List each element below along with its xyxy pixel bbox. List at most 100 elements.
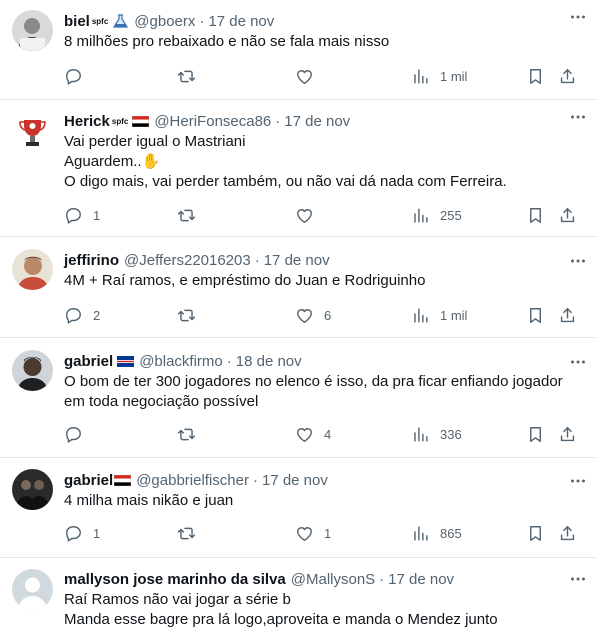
share-button[interactable] <box>558 522 577 544</box>
author-name[interactable]: gabriel <box>64 472 113 489</box>
tweet-date[interactable]: 17 de nov <box>208 13 274 30</box>
author-name[interactable]: Herick <box>64 113 110 130</box>
like-button[interactable] <box>295 65 324 87</box>
more-options-button[interactable] <box>567 250 589 272</box>
avatar-image <box>12 10 53 51</box>
more-options-button[interactable] <box>567 6 589 28</box>
tweet[interactable]: gabriel @blackfirmo · 18 de nov O bom de… <box>0 338 597 458</box>
author-handle[interactable]: @blackfirmo <box>139 353 223 370</box>
avatar[interactable] <box>12 249 53 290</box>
retweet-button[interactable] <box>177 304 196 326</box>
tweet[interactable]: Herick spfc @HeriFonseca86 · 17 de nov V… <box>0 100 597 237</box>
reply-button[interactable]: 1 <box>64 522 100 544</box>
more-icon <box>567 250 589 272</box>
bookmark-button[interactable] <box>526 304 545 326</box>
bookmark-button[interactable] <box>526 65 545 87</box>
views-button[interactable]: 1 mil <box>411 304 467 326</box>
tweet-date[interactable]: 17 de nov <box>262 472 328 489</box>
bookmark-icon <box>526 524 545 543</box>
author-handle[interactable]: @Jeffers22016203 <box>124 252 251 269</box>
bookmark-button[interactable] <box>526 522 545 544</box>
tweet-text: Raí Ramos não vai jogar a série b Manda … <box>64 590 585 630</box>
reply-icon <box>64 206 83 225</box>
reply-icon <box>64 425 83 444</box>
bookmark-icon <box>526 67 545 86</box>
flag-icon <box>117 355 135 367</box>
like-button[interactable]: 1 <box>295 522 331 544</box>
heart-icon <box>295 524 314 543</box>
author-handle[interactable]: @HeriFonseca86 <box>154 113 271 130</box>
more-icon <box>567 351 589 373</box>
author-handle[interactable]: @MallysonS <box>291 571 375 588</box>
tweet-date[interactable]: 17 de nov <box>264 252 330 269</box>
like-button[interactable]: 4 <box>295 423 331 445</box>
reply-button[interactable]: 2 <box>64 304 100 326</box>
avatar[interactable] <box>12 112 53 153</box>
like-button[interactable] <box>295 204 324 226</box>
more-icon <box>567 106 589 128</box>
reply-button[interactable] <box>64 423 93 445</box>
share-button[interactable] <box>558 423 577 445</box>
flask-icon <box>113 14 129 28</box>
author-handle[interactable]: @gabbrielfischer <box>136 472 249 489</box>
avatar[interactable] <box>12 10 53 51</box>
retweet-button[interactable] <box>177 204 196 226</box>
like-button[interactable]: 6 <box>295 304 331 326</box>
author-badge: spfc <box>91 16 109 26</box>
views-button[interactable]: 1 mil <box>411 65 467 87</box>
like-count: 4 <box>324 426 332 442</box>
views-button[interactable]: 255 <box>411 204 462 226</box>
author-badge: spfc <box>111 116 129 126</box>
tweet[interactable]: jeffirino @Jeffers22016203 · 17 de nov 4… <box>0 237 597 338</box>
heart-icon <box>295 67 314 86</box>
views-icon <box>411 524 430 543</box>
author-name[interactable]: gabriel <box>64 353 113 370</box>
share-button[interactable] <box>558 304 577 326</box>
tweet-text: 4 milha mais nikão e juan <box>64 491 585 511</box>
author-name[interactable]: mallyson jose marinho da silva <box>64 571 286 588</box>
views-icon <box>411 425 430 444</box>
avatar[interactable] <box>12 469 53 510</box>
avatar-image <box>12 469 53 510</box>
tweet[interactable]: biel spfc @gboerx · 17 de nov 8 milhões … <box>0 0 597 100</box>
reply-button[interactable]: 1 <box>64 204 100 226</box>
view-count: 1 mil <box>440 307 468 323</box>
heart-icon <box>295 206 314 225</box>
retweet-icon <box>177 306 196 325</box>
avatar[interactable] <box>12 569 53 610</box>
tweet-date[interactable]: 17 de nov <box>284 113 350 130</box>
views-icon <box>411 67 430 86</box>
bookmark-button[interactable] <box>526 204 545 226</box>
more-icon <box>567 470 589 492</box>
tweet-text-line: em toda negociação possível <box>64 393 259 410</box>
flag-icon <box>114 474 132 486</box>
bookmark-icon <box>526 206 545 225</box>
views-button[interactable]: 865 <box>411 522 462 544</box>
retweet-button[interactable] <box>177 65 196 87</box>
views-button[interactable]: 336 <box>411 423 462 445</box>
reply-button[interactable] <box>64 65 93 87</box>
more-options-button[interactable] <box>567 568 589 590</box>
retweet-icon <box>177 425 196 444</box>
tweet[interactable]: mallyson jose marinho da silva @Mallyson… <box>0 558 597 628</box>
tweet-date[interactable]: 17 de nov <box>388 571 454 588</box>
retweet-button[interactable] <box>177 423 196 445</box>
bookmark-button[interactable] <box>526 423 545 445</box>
more-options-button[interactable] <box>567 470 589 492</box>
avatar[interactable] <box>12 350 53 391</box>
share-button[interactable] <box>558 204 577 226</box>
tweet-date[interactable]: 18 de nov <box>236 353 302 370</box>
more-options-button[interactable] <box>567 351 589 373</box>
reply-count: 1 <box>93 525 101 541</box>
share-button[interactable] <box>558 65 577 87</box>
tweet-text-line: Manda esse bagre pra lá logo,aproveita e… <box>64 611 498 628</box>
more-options-button[interactable] <box>567 106 589 128</box>
author-handle[interactable]: @gboerx <box>134 13 195 30</box>
tweet[interactable]: gabriel @gabbrielfischer · 17 de nov 4 m… <box>0 458 597 558</box>
tweet-text-line: O digo mais, vai perder também, ou não v… <box>64 173 507 190</box>
separator: · <box>199 12 205 30</box>
retweet-button[interactable] <box>177 522 196 544</box>
author-name[interactable]: biel <box>64 13 90 30</box>
tweet-text: 4M + Raí ramos, e empréstimo do Juan e R… <box>64 271 585 291</box>
author-name[interactable]: jeffirino <box>64 252 119 269</box>
